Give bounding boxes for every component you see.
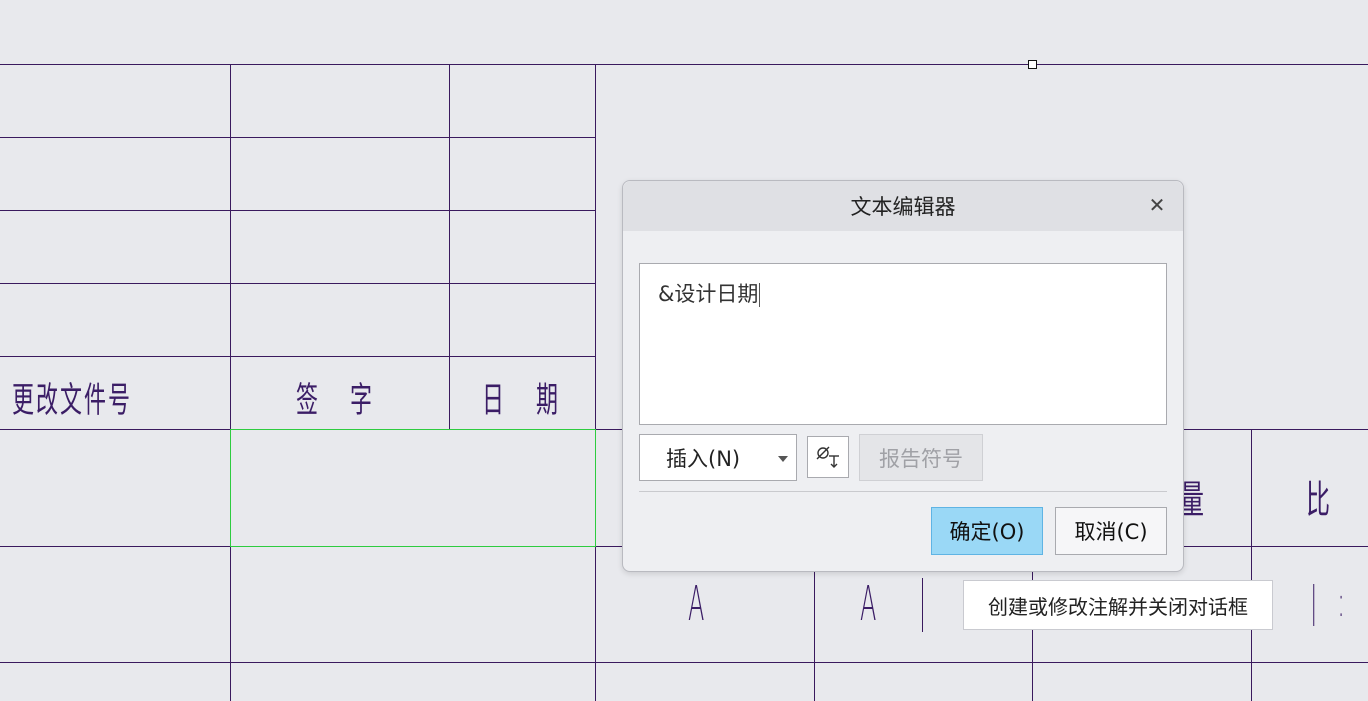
cancel-button[interactable]: 取消(C) bbox=[1055, 507, 1167, 555]
cancel-label: 取消(C) bbox=[1074, 520, 1148, 544]
text-editor-dialog: 文本编辑器 ✕ &设计日期 插入(N) 报告符号 确定(O) 取消(C) bbox=[622, 180, 1184, 572]
report-symbol-button[interactable]: 报告符号 bbox=[859, 434, 983, 481]
note-text-value: &设计日期 bbox=[658, 282, 759, 306]
text-symbol-icon bbox=[816, 446, 839, 468]
grid-line bbox=[0, 662, 1368, 663]
resize-handle[interactable] bbox=[1028, 60, 1037, 69]
grid-line bbox=[449, 64, 450, 429]
grid-line bbox=[230, 64, 231, 701]
grid-line bbox=[595, 64, 596, 701]
ok-tooltip: 创建或修改注解并关闭对话框 bbox=[963, 580, 1273, 630]
ok-label: 确定(O) bbox=[949, 520, 1025, 544]
selected-cell[interactable] bbox=[230, 429, 596, 547]
insert-label: 插入(N) bbox=[666, 446, 741, 471]
header-change-doc-no: 更改文件号 bbox=[12, 381, 133, 422]
insert-dropdown[interactable]: 插入(N) bbox=[639, 434, 797, 481]
label-size-a: A bbox=[688, 576, 707, 632]
dialog-titlebar[interactable]: 文本编辑器 bbox=[623, 181, 1183, 231]
dialog-title: 文本编辑器 bbox=[850, 195, 956, 219]
grid-line bbox=[0, 210, 596, 211]
note-text-input[interactable]: &设计日期 bbox=[639, 263, 1167, 425]
label-size-a1: A bbox=[860, 576, 879, 632]
label-scale: | : bbox=[1310, 580, 1347, 628]
grid-line bbox=[0, 283, 596, 284]
divider bbox=[639, 491, 1167, 492]
glyph-stroke bbox=[922, 578, 923, 632]
tooltip-text: 创建或修改注解并关闭对话框 bbox=[988, 594, 1248, 619]
report-symbol-label: 报告符号 bbox=[879, 446, 963, 471]
header-date: 日 期 bbox=[482, 381, 564, 422]
ok-button[interactable]: 确定(O) bbox=[931, 507, 1043, 555]
chevron-down-icon bbox=[778, 456, 788, 462]
grid-line bbox=[0, 64, 1368, 65]
grid-line bbox=[0, 137, 596, 138]
text-caret bbox=[759, 283, 761, 307]
close-icon[interactable]: ✕ bbox=[1147, 195, 1167, 215]
grid-line bbox=[0, 356, 596, 357]
text-symbol-button[interactable] bbox=[807, 436, 849, 478]
label-ratio: 比 bbox=[1306, 477, 1332, 523]
header-signature: 签 字 bbox=[296, 381, 378, 422]
grid-line bbox=[1251, 429, 1252, 701]
